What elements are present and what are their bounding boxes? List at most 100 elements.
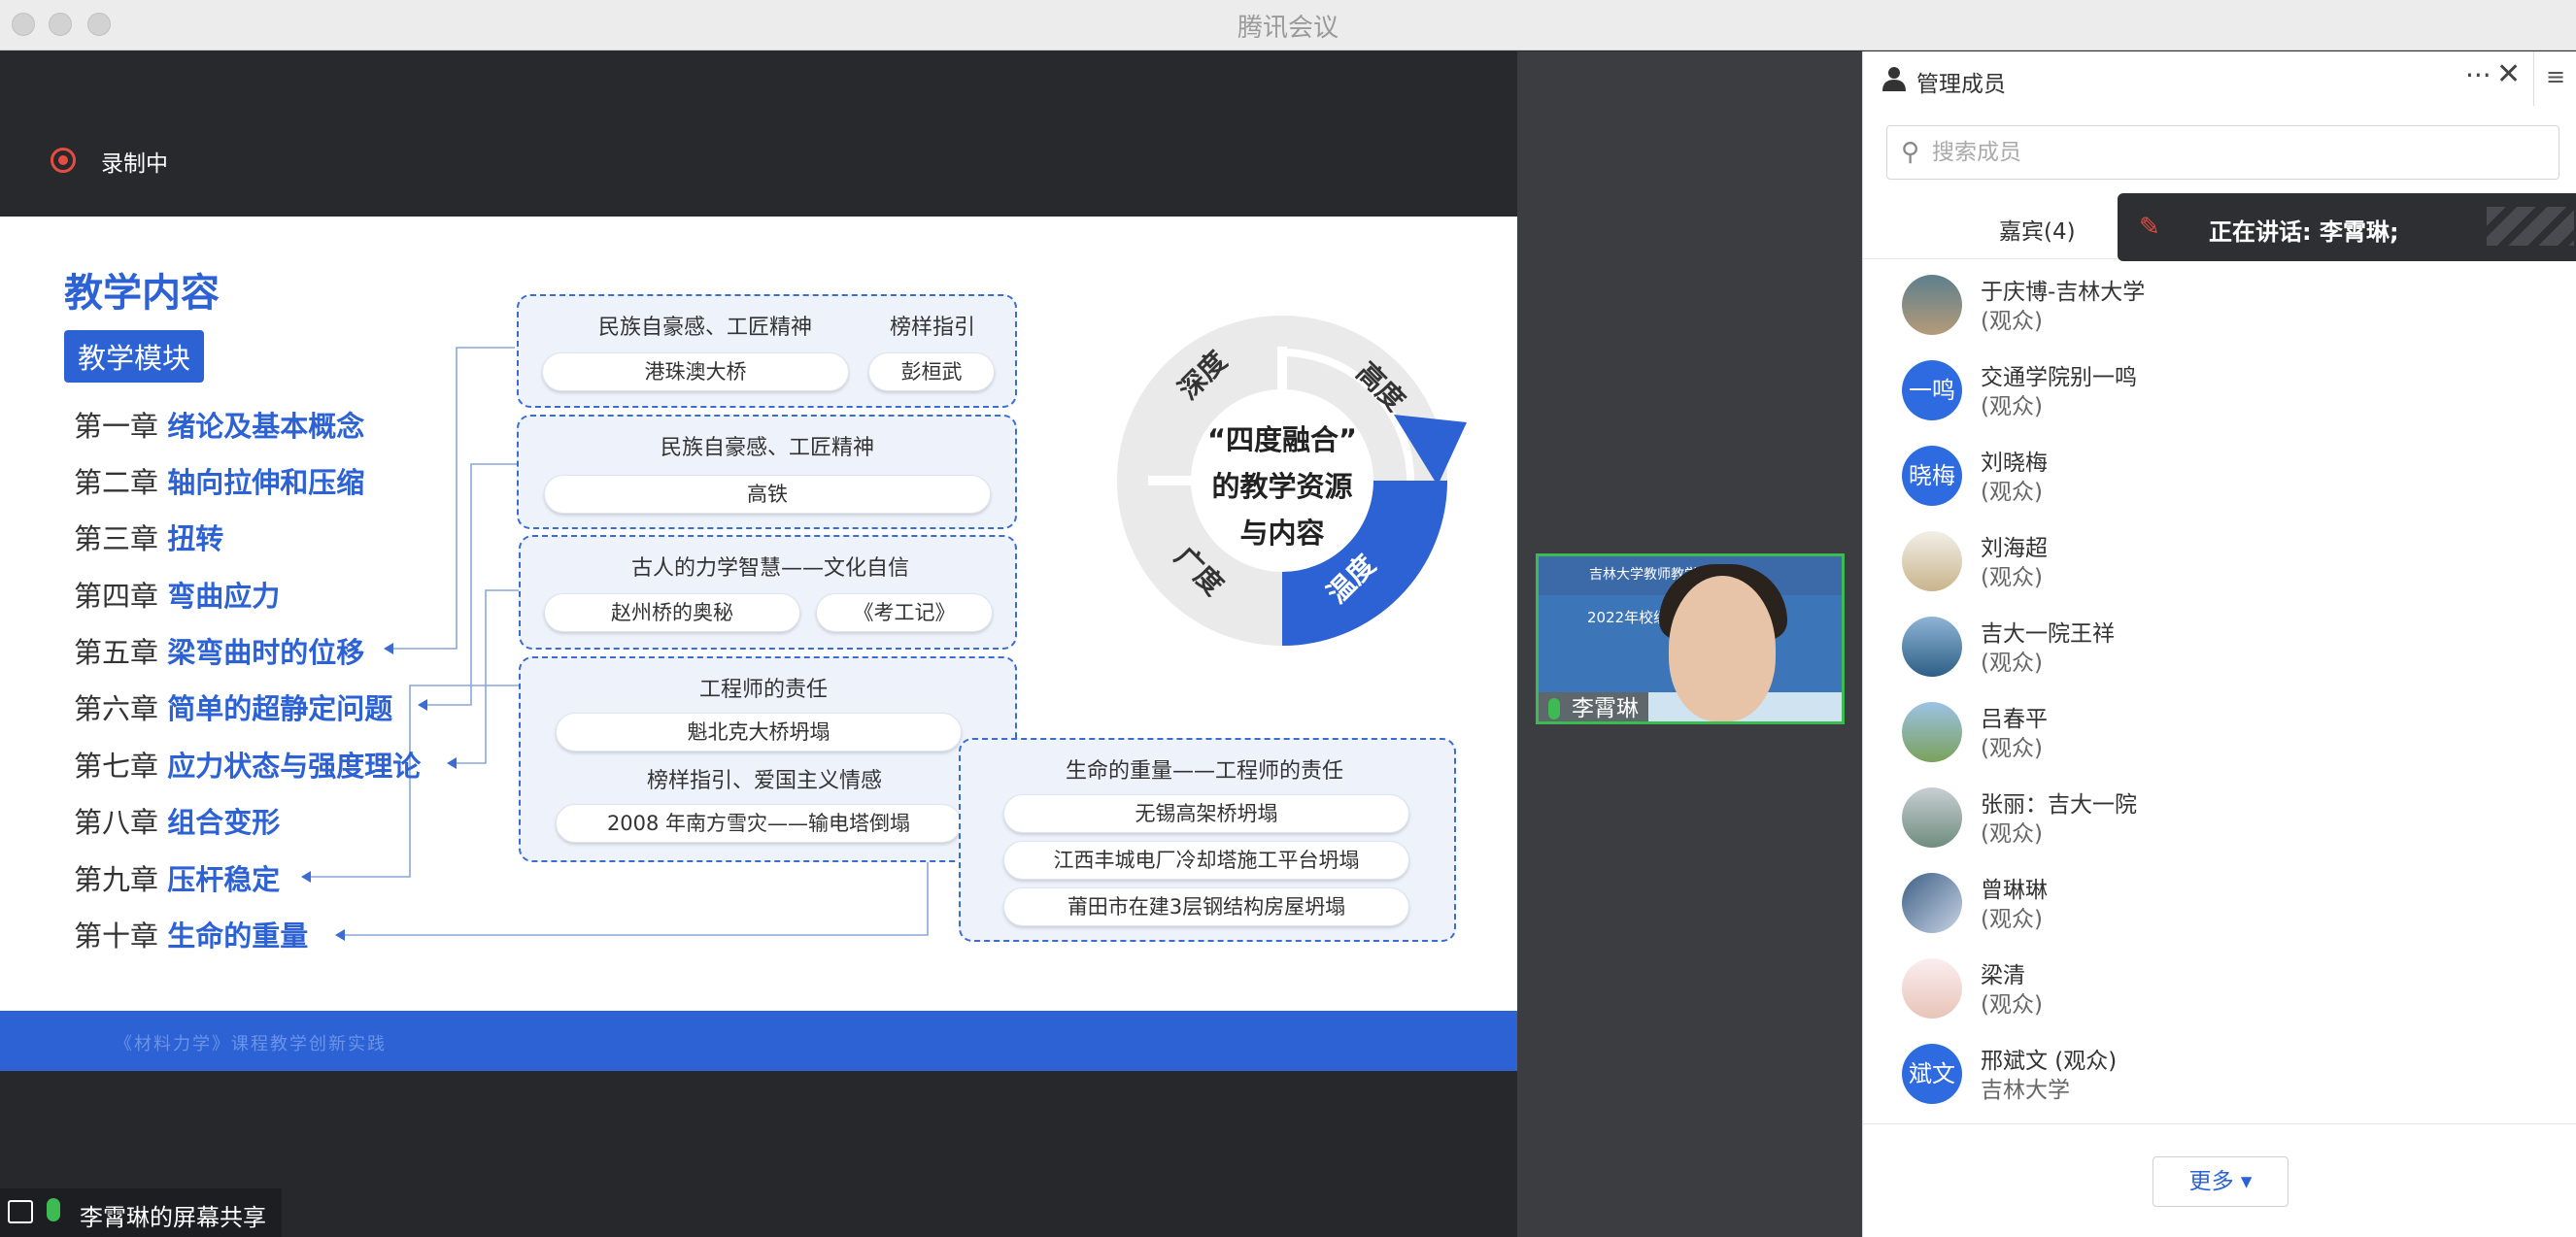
- slide-heading: 教学内容: [64, 271, 220, 316]
- recording-bar: 录制中: [0, 51, 1517, 217]
- module-badge: 教学模块: [64, 330, 205, 383]
- presentation-slide: 教学内容 教学模块 第一章 绪论及基本概念 第二章 轴向拉伸和压缩 第三章 扭转…: [0, 217, 1517, 1071]
- box2-label: 民族自豪感、工匠精神: [661, 436, 875, 460]
- video-name-tag: 李霄琳: [1539, 692, 1648, 721]
- box1-label2: 榜样指引: [890, 316, 976, 340]
- member-panel: 管理成员 ··· ✕ ≡ ⚲ 嘉宾(4) ✎ 正在讲话: 李霄琳; 于庆博-吉林…: [1862, 51, 2576, 1237]
- menu-icon: ≡: [2546, 63, 2566, 90]
- avatar: [1902, 531, 1962, 591]
- box3-item: 赵州桥的奥秘: [544, 593, 800, 632]
- box5-item: 无锡高架桥坍塌: [1003, 794, 1409, 833]
- member-name: 曾琳琳: [1981, 878, 2048, 903]
- wheel-center-line-1: “四度融合”: [1207, 423, 1357, 456]
- member-role: (观众): [1981, 907, 2043, 932]
- screen-share-indicator[interactable]: 李霄琳的屏幕共享: [0, 1188, 282, 1237]
- member-row[interactable]: 梁清 (观众): [1863, 949, 2576, 1034]
- member-row[interactable]: 刘海超 (观众): [1863, 521, 2576, 607]
- content-box-4: 工程师的责任 魁北克大桥坍塌 榜样指引、爱国主义情感 2008 年南方雪灾——输…: [519, 656, 1017, 862]
- chapter-8: 第八章 组合变形: [74, 806, 281, 839]
- four-degree-wheel: 深度 高度 广度 温度 “四度融合” 的教学资源 与内容: [1117, 316, 1467, 646]
- speaker-video-tile[interactable]: 吉林大学教师教学发展中心 2022年校级 培训 李霄琳: [1536, 553, 1845, 724]
- chapter-3: 第三章 扭转: [74, 522, 224, 555]
- panel-title: 管理成员: [1916, 72, 2006, 97]
- microphone-icon: [1548, 698, 1560, 719]
- box5-item: 莆田市在建3层钢结构房屋坍塌: [1003, 887, 1409, 926]
- member-row[interactable]: 一鸣 交通学院别一鸣 (观众): [1863, 351, 2576, 436]
- content-box-3: 古人的力学智慧——文化自信 赵州桥的奥秘 《考工记》: [519, 535, 1017, 650]
- member-role: (观众): [1981, 992, 2043, 1018]
- chapter-6: 第六章 简单的超静定问题: [74, 692, 393, 725]
- panel-side-toggle[interactable]: ≡: [2533, 51, 2576, 106]
- window-title: 腾讯会议: [1237, 14, 1339, 43]
- member-row[interactable]: 张丽：吉大一院 (观众): [1863, 778, 2576, 863]
- member-name: 刘晓梅: [1981, 451, 2048, 476]
- box4-item: 魁北克大桥坍塌: [556, 713, 962, 752]
- avatar: 晓梅: [1902, 446, 1962, 506]
- member-search[interactable]: ⚲: [1886, 125, 2559, 180]
- content-box-2: 民族自豪感、工匠精神 高铁: [517, 415, 1017, 529]
- search-icon: ⚲: [1901, 138, 1920, 167]
- mic-muted-icon: ✎: [2139, 213, 2160, 242]
- member-row[interactable]: 斌文 邢斌文 (观众) 吉林大学: [1863, 1034, 2576, 1120]
- slide-footer: 《材料力学》课程教学创新实践: [0, 1011, 1517, 1071]
- box2-item: 高铁: [544, 475, 991, 514]
- chapter-9: 第九章 压杆稳定: [74, 863, 281, 896]
- member-row[interactable]: 曾琳琳 (观众): [1863, 863, 2576, 949]
- member-name: 吉大一院王祥: [1981, 621, 2115, 647]
- member-role: 吉林大学: [1981, 1078, 2070, 1103]
- box4-label: 工程师的责任: [699, 678, 829, 702]
- member-role: (观众): [1981, 394, 2043, 419]
- speaking-text: 正在讲话: 李霄琳;: [2209, 218, 2399, 246]
- member-row[interactable]: 晓梅 刘晓梅 (观众): [1863, 436, 2576, 521]
- chapter-2: 第二章 轴向拉伸和压缩: [74, 466, 365, 499]
- chapter-5: 第五章 梁弯曲时的位移: [74, 636, 365, 669]
- recording-label: 录制中: [101, 151, 168, 177]
- box3-item2: 《考工记》: [816, 593, 993, 632]
- speaking-pattern: [2487, 207, 2574, 246]
- member-row[interactable]: 吕春平 (观众): [1863, 692, 2576, 778]
- member-name: 于庆博-吉林大学: [1981, 280, 2146, 305]
- content-box-1: 民族自豪感、工匠精神 榜样指引 港珠澳大桥 彭桓武: [517, 294, 1017, 408]
- avatar: [1902, 873, 1962, 933]
- video-person: [1669, 576, 1776, 721]
- more-options-icon[interactable]: ···: [2465, 59, 2491, 91]
- microphone-icon: [47, 1198, 60, 1221]
- avatar: 一鸣: [1902, 360, 1962, 420]
- box5-item: 江西丰城电厂冷却塔施工平台坍塌: [1003, 841, 1409, 880]
- box4-item2: 2008 年南方雪灾——输电塔倒塌: [556, 804, 962, 843]
- chapter-4: 第四章 弯曲应力: [74, 580, 281, 613]
- slide-footer-text: 《材料力学》课程教学创新实践: [115, 1034, 387, 1054]
- screen-share-icon: [8, 1200, 33, 1223]
- close-panel-button[interactable]: ✕: [2496, 57, 2521, 91]
- avatar: [1902, 958, 1962, 1019]
- record-icon[interactable]: [51, 148, 76, 173]
- box1-label: 民族自豪感、工匠精神: [598, 316, 813, 340]
- box1-item: 港珠澳大桥: [542, 352, 849, 391]
- avatar: [1902, 617, 1962, 677]
- chapter-1: 第一章 绪论及基本概念: [74, 410, 365, 443]
- member-name: 吕春平: [1981, 707, 2048, 732]
- wheel-center-line-2: 的教学资源: [1211, 470, 1352, 503]
- member-role: (观众): [1981, 651, 2043, 676]
- speaking-indicator: ✎ 正在讲话: 李霄琳;: [2118, 193, 2576, 261]
- search-input[interactable]: [1932, 136, 2515, 169]
- member-name: 张丽：吉大一院: [1981, 792, 2137, 818]
- avatar: 斌文: [1902, 1044, 1962, 1104]
- wheel-center-line-3: 与内容: [1239, 517, 1324, 550]
- member-row[interactable]: 吉大一院王祥 (观众): [1863, 607, 2576, 692]
- member-role: (观众): [1981, 309, 2043, 334]
- member-row[interactable]: 于庆博-吉林大学 (观众): [1863, 265, 2576, 351]
- avatar: [1902, 787, 1962, 848]
- shared-screen-area: 录制中 教学内容 教学模块 第一章 绪论及基本概念 第二章 轴向拉伸和压缩 第三…: [0, 51, 1517, 1237]
- screen-share-label: 李霄琳的屏幕共享: [80, 1204, 266, 1231]
- content-box-5: 生命的重量——工程师的责任 无锡高架桥坍塌 江西丰城电厂冷却塔施工平台坍塌 莆田…: [959, 738, 1456, 942]
- avatar: [1902, 702, 1962, 762]
- member-name: 刘海超: [1981, 536, 2048, 561]
- tab-guests[interactable]: 嘉宾(4): [1999, 213, 2076, 246]
- more-members-button[interactable]: 更多 ▾: [2152, 1156, 2288, 1207]
- box5-label: 生命的重量——工程师的责任: [1066, 759, 1344, 784]
- panel-divider: [1863, 1123, 2576, 1124]
- member-name: 梁清: [1981, 963, 2025, 988]
- member-role: (观众): [1981, 480, 2043, 505]
- box4-label2: 榜样指引、爱国主义情感: [647, 769, 883, 793]
